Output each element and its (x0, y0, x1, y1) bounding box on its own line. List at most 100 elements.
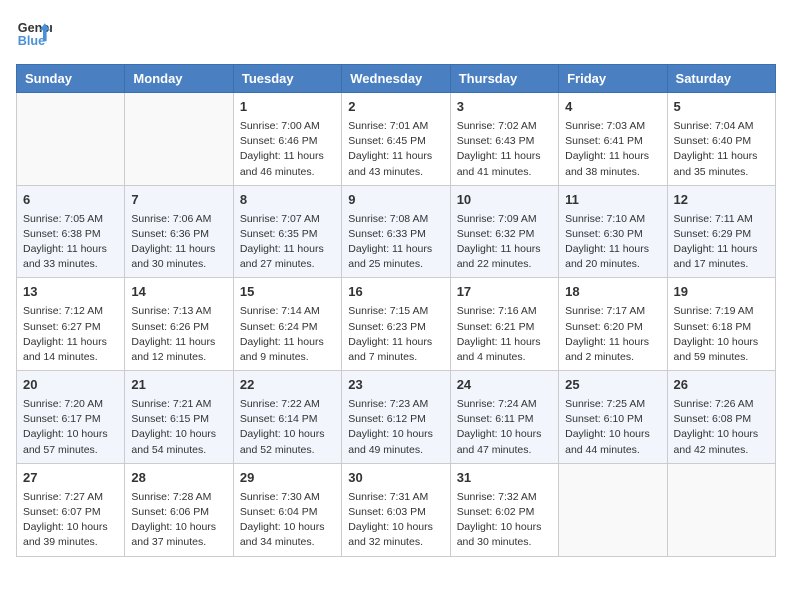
day-number: 24 (457, 376, 552, 395)
calendar-cell: 6Sunrise: 7:05 AM Sunset: 6:38 PM Daylig… (17, 185, 125, 278)
day-number: 12 (674, 191, 769, 210)
calendar-cell: 3 Sunrise: 7:02 AM Sunset: 6:43 PM Daylig… (450, 93, 558, 186)
calendar-cell: 13 Sunrise: 7:12 AM Sunset: 6:27 PM Dayli… (17, 278, 125, 371)
day-info: Sunrise: 7:03 AM Sunset: 6:41 PM Dayligh… (565, 119, 660, 180)
day-info: Sunrise: 7:28 AM Sunset: 6:06 PM Dayligh… (131, 490, 226, 551)
calendar-cell: 23 Sunrise: 7:23 AM Sunset: 6:12 PM Dayli… (342, 371, 450, 464)
day-info: Sunrise: 7:12 AM Sunset: 6:27 PM Dayligh… (23, 304, 118, 365)
calendar-week-1: 1Sunrise: 7:00 AM Sunset: 6:46 PM Daylig… (17, 93, 776, 186)
calendar-cell: 30 Sunrise: 7:31 AM Sunset: 6:03 PM Dayli… (342, 463, 450, 556)
day-info: Sunrise: 7:10 AM Sunset: 6:30 PM Dayligh… (565, 212, 660, 273)
day-info: Sunrise: 7:31 AM Sunset: 6:03 PM Dayligh… (348, 490, 443, 551)
calendar-week-4: 20 Sunrise: 7:20 AM Sunset: 6:17 PM Dayli… (17, 371, 776, 464)
day-info: Sunrise: 7:09 AM Sunset: 6:32 PM Dayligh… (457, 212, 552, 273)
day-number: 28 (131, 469, 226, 488)
calendar-cell: 7Sunrise: 7:06 AM Sunset: 6:36 PM Daylig… (125, 185, 233, 278)
calendar-cell: 24 Sunrise: 7:24 AM Sunset: 6:11 PM Dayli… (450, 371, 558, 464)
calendar-cell: 18 Sunrise: 7:17 AM Sunset: 6:20 PM Dayli… (559, 278, 667, 371)
logo: General Blue (16, 16, 52, 52)
day-header-saturday: Saturday (667, 65, 775, 93)
day-number: 31 (457, 469, 552, 488)
day-number: 8 (240, 191, 335, 210)
day-info: Sunrise: 7:07 AM Sunset: 6:35 PM Dayligh… (240, 212, 335, 273)
day-number: 10 (457, 191, 552, 210)
day-number: 30 (348, 469, 443, 488)
calendar-cell: 29 Sunrise: 7:30 AM Sunset: 6:04 PM Dayli… (233, 463, 341, 556)
day-info: Sunrise: 7:25 AM Sunset: 6:10 PM Dayligh… (565, 397, 660, 458)
day-info: Sunrise: 7:24 AM Sunset: 6:11 PM Dayligh… (457, 397, 552, 458)
calendar-cell (667, 463, 775, 556)
day-number: 22 (240, 376, 335, 395)
day-info: Sunrise: 7:05 AM Sunset: 6:38 PM Dayligh… (23, 212, 118, 273)
calendar-cell: 16Sunrise: 7:15 AM Sunset: 6:23 PM Dayli… (342, 278, 450, 371)
day-info: Sunrise: 7:19 AM Sunset: 6:18 PM Dayligh… (674, 304, 769, 365)
day-info: Sunrise: 7:11 AM Sunset: 6:29 PM Dayligh… (674, 212, 769, 273)
day-number: 21 (131, 376, 226, 395)
day-info: Sunrise: 7:32 AM Sunset: 6:02 PM Dayligh… (457, 490, 552, 551)
calendar-cell (17, 93, 125, 186)
day-header-sunday: Sunday (17, 65, 125, 93)
day-info: Sunrise: 7:22 AM Sunset: 6:14 PM Dayligh… (240, 397, 335, 458)
day-number: 2 (348, 98, 443, 117)
calendar-week-5: 27 Sunrise: 7:27 AM Sunset: 6:07 PM Dayli… (17, 463, 776, 556)
day-info: Sunrise: 7:01 AM Sunset: 6:45 PM Dayligh… (348, 119, 443, 180)
day-number: 1 (240, 98, 335, 117)
day-header-monday: Monday (125, 65, 233, 93)
calendar-cell: 15Sunrise: 7:14 AM Sunset: 6:24 PM Dayli… (233, 278, 341, 371)
day-number: 20 (23, 376, 118, 395)
day-number: 4 (565, 98, 660, 117)
day-info: Sunrise: 7:30 AM Sunset: 6:04 PM Dayligh… (240, 490, 335, 551)
day-header-tuesday: Tuesday (233, 65, 341, 93)
day-number: 27 (23, 469, 118, 488)
day-info: Sunrise: 7:23 AM Sunset: 6:12 PM Dayligh… (348, 397, 443, 458)
day-info: Sunrise: 7:04 AM Sunset: 6:40 PM Dayligh… (674, 119, 769, 180)
day-info: Sunrise: 7:13 AM Sunset: 6:26 PM Dayligh… (131, 304, 226, 365)
day-number: 23 (348, 376, 443, 395)
calendar-cell: 27 Sunrise: 7:27 AM Sunset: 6:07 PM Dayli… (17, 463, 125, 556)
calendar-cell: 11Sunrise: 7:10 AM Sunset: 6:30 PM Dayli… (559, 185, 667, 278)
calendar-cell: 21 Sunrise: 7:21 AM Sunset: 6:15 PM Dayli… (125, 371, 233, 464)
svg-text:Blue: Blue (18, 34, 45, 48)
calendar-cell: 20 Sunrise: 7:20 AM Sunset: 6:17 PM Dayli… (17, 371, 125, 464)
day-number: 3 (457, 98, 552, 117)
calendar-cell: 8 Sunrise: 7:07 AM Sunset: 6:35 PM Daylig… (233, 185, 341, 278)
day-info: Sunrise: 7:08 AM Sunset: 6:33 PM Dayligh… (348, 212, 443, 273)
calendar-cell (559, 463, 667, 556)
calendar-cell: 4 Sunrise: 7:03 AM Sunset: 6:41 PM Daylig… (559, 93, 667, 186)
day-header-wednesday: Wednesday (342, 65, 450, 93)
logo-icon: General Blue (16, 16, 52, 52)
day-info: Sunrise: 7:15 AM Sunset: 6:23 PM Dayligh… (348, 304, 443, 365)
calendar-cell: 19 Sunrise: 7:19 AM Sunset: 6:18 PM Dayli… (667, 278, 775, 371)
day-info: Sunrise: 7:26 AM Sunset: 6:08 PM Dayligh… (674, 397, 769, 458)
day-number: 7 (131, 191, 226, 210)
calendar-week-2: 6Sunrise: 7:05 AM Sunset: 6:38 PM Daylig… (17, 185, 776, 278)
calendar-cell: 14Sunrise: 7:13 AM Sunset: 6:26 PM Dayli… (125, 278, 233, 371)
day-info: Sunrise: 7:14 AM Sunset: 6:24 PM Dayligh… (240, 304, 335, 365)
calendar-cell: 10 Sunrise: 7:09 AM Sunset: 6:32 PM Dayli… (450, 185, 558, 278)
calendar-cell: 12 Sunrise: 7:11 AM Sunset: 6:29 PM Dayli… (667, 185, 775, 278)
day-info: Sunrise: 7:21 AM Sunset: 6:15 PM Dayligh… (131, 397, 226, 458)
calendar-cell: 9Sunrise: 7:08 AM Sunset: 6:33 PM Daylig… (342, 185, 450, 278)
day-header-thursday: Thursday (450, 65, 558, 93)
day-number: 13 (23, 283, 118, 302)
calendar-cell: 5 Sunrise: 7:04 AM Sunset: 6:40 PM Daylig… (667, 93, 775, 186)
calendar-cell: 26 Sunrise: 7:26 AM Sunset: 6:08 PM Dayli… (667, 371, 775, 464)
calendar-cell (125, 93, 233, 186)
day-info: Sunrise: 7:20 AM Sunset: 6:17 PM Dayligh… (23, 397, 118, 458)
day-info: Sunrise: 7:27 AM Sunset: 6:07 PM Dayligh… (23, 490, 118, 551)
calendar-cell: 17Sunrise: 7:16 AM Sunset: 6:21 PM Dayli… (450, 278, 558, 371)
day-number: 29 (240, 469, 335, 488)
day-info: Sunrise: 7:16 AM Sunset: 6:21 PM Dayligh… (457, 304, 552, 365)
day-header-friday: Friday (559, 65, 667, 93)
day-number: 5 (674, 98, 769, 117)
calendar-week-3: 13 Sunrise: 7:12 AM Sunset: 6:27 PM Dayli… (17, 278, 776, 371)
calendar-cell: 31 Sunrise: 7:32 AM Sunset: 6:02 PM Dayli… (450, 463, 558, 556)
calendar-cell: 25 Sunrise: 7:25 AM Sunset: 6:10 PM Dayli… (559, 371, 667, 464)
calendar-cell: 1Sunrise: 7:00 AM Sunset: 6:46 PM Daylig… (233, 93, 341, 186)
day-number: 26 (674, 376, 769, 395)
day-info: Sunrise: 7:02 AM Sunset: 6:43 PM Dayligh… (457, 119, 552, 180)
day-number: 25 (565, 376, 660, 395)
day-number: 18 (565, 283, 660, 302)
day-info: Sunrise: 7:17 AM Sunset: 6:20 PM Dayligh… (565, 304, 660, 365)
day-number: 19 (674, 283, 769, 302)
